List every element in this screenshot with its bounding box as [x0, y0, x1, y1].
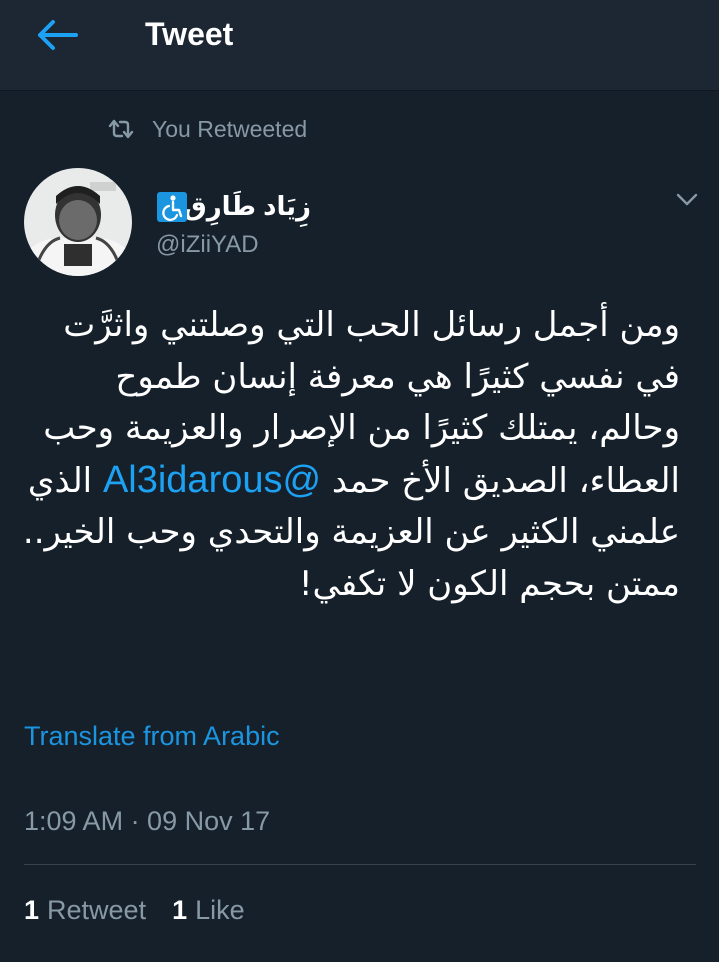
- chevron-down-icon: [676, 193, 698, 206]
- wheelchair-accessibility-icon: [162, 195, 183, 221]
- likes-label: Like: [195, 895, 245, 925]
- retweet-icon: [108, 119, 134, 139]
- mention-link[interactable]: @Al3idarous: [103, 459, 321, 501]
- arrow-left-icon: [38, 20, 78, 50]
- author-name[interactable]: زِيَاد طَارِق.: [176, 189, 311, 223]
- retweet-context-label: You Retweeted: [152, 115, 308, 142]
- tweet-text: ومن أجمل رسائل الحب التي وصلتني واثرَّت …: [14, 300, 680, 610]
- translate-link[interactable]: Translate from Arabic: [24, 718, 280, 754]
- back-button[interactable]: [36, 18, 80, 52]
- retweet-context: You Retweeted: [108, 114, 307, 144]
- retweets-stat[interactable]: 1 Retweet: [24, 892, 146, 928]
- timestamp[interactable]: 1:09 AM · 09 Nov 17: [24, 803, 270, 839]
- top-bar: Tweet: [0, 0, 719, 91]
- page-title: Tweet: [145, 16, 234, 52]
- retweets-count: 1: [24, 895, 40, 925]
- tweet-menu-button[interactable]: [674, 186, 700, 212]
- tweet-stats: 1 Retweet 1 Like: [24, 892, 271, 928]
- likes-count: 1: [172, 895, 188, 925]
- avatar[interactable]: [24, 168, 132, 276]
- retweets-label: Retweet: [47, 895, 147, 925]
- likes-stat[interactable]: 1 Like: [172, 892, 245, 928]
- author-handle[interactable]: @iZiiYAD: [156, 229, 259, 261]
- divider: [24, 864, 696, 865]
- avatar-image: [24, 168, 132, 276]
- badge: [157, 192, 187, 222]
